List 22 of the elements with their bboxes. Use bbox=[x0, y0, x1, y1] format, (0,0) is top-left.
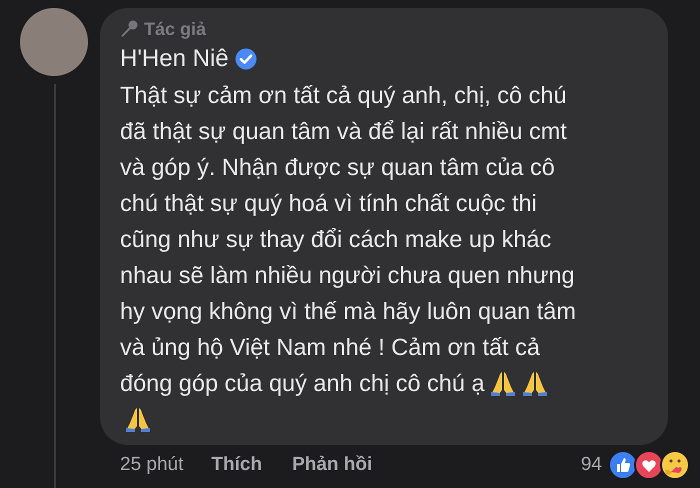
comment-text-line: đóng góp của quý anh chị cô chú ạ bbox=[120, 369, 485, 398]
hugging-face-reaction-icon bbox=[660, 450, 690, 480]
folded-hands-icon bbox=[520, 369, 549, 397]
comment-text-line: Thật sự cảm ơn tất cả quý anh, chị, cô chú bbox=[120, 81, 567, 110]
comment-text-line: chú thật sự quý hoá vì tính chất cuộc thi bbox=[120, 189, 537, 218]
comment-time: 25 phút bbox=[120, 452, 184, 477]
comment-text-line: hy vọng không vì thế mà hãy luôn quan tâm bbox=[120, 297, 576, 326]
thumbs-up-reaction-icon bbox=[608, 450, 638, 480]
folded-hands-icon bbox=[124, 405, 152, 433]
microphone-icon bbox=[120, 20, 138, 38]
comment-text-line: cũng như sự thay đổi cách make up khác bbox=[120, 225, 552, 254]
comment-text-line: và góp ý. Nhận được sự quan tâm của cô bbox=[120, 153, 555, 182]
comment-text-line: và ủng hộ Việt Nam nhé ! Cảm ơn tất cả bbox=[120, 333, 540, 362]
comment-text-line: nhau sẽ làm nhiều người chưa quen nhưng bbox=[120, 261, 575, 290]
reaction-count: 94 bbox=[580, 452, 602, 477]
heart-reaction-icon bbox=[634, 450, 664, 480]
comment-text-line: đã thật sự quan tâm và để lại rất nhiều cmt bbox=[120, 117, 567, 146]
folded-hands-icon bbox=[488, 369, 517, 397]
comment-action-link[interactable]: Phản hồi bbox=[292, 450, 372, 480]
author-badge-label: Tác giả bbox=[144, 18, 206, 41]
comment-action-link[interactable]: Thích bbox=[211, 450, 262, 480]
author-name[interactable]: H'Hen Niê bbox=[120, 47, 229, 71]
